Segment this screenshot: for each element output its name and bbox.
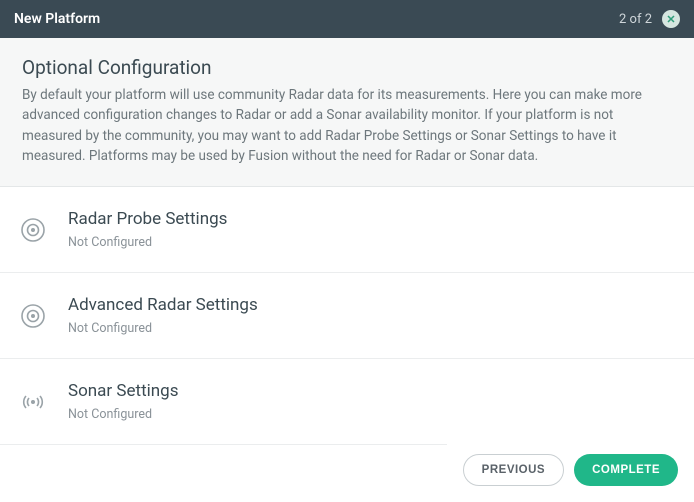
setting-advanced-radar[interactable]: Advanced Radar Settings Not Configured — [0, 273, 694, 359]
intro-heading: Optional Configuration — [22, 56, 672, 79]
radar-icon — [20, 217, 68, 243]
previous-button[interactable]: Previous — [463, 454, 564, 486]
complete-button[interactable]: Complete — [574, 454, 678, 486]
intro-section: Optional Configuration By default your p… — [0, 38, 694, 187]
close-button[interactable]: ✕ — [662, 10, 680, 28]
dialog-title: New Platform — [14, 11, 100, 27]
dialog-footer: Previous Complete — [447, 442, 694, 502]
settings-list: Radar Probe Settings Not Configured Adva… — [0, 187, 694, 445]
setting-title: Sonar Settings — [68, 381, 674, 401]
close-icon: ✕ — [666, 14, 675, 25]
setting-text: Radar Probe Settings Not Configured — [68, 209, 674, 250]
step-indicator: 2 of 2 — [619, 12, 652, 27]
dialog-header: New Platform 2 of 2 ✕ — [0, 0, 694, 38]
setting-status: Not Configured — [68, 321, 674, 336]
setting-text: Sonar Settings Not Configured — [68, 381, 674, 422]
sonar-icon — [20, 389, 68, 415]
setting-title: Advanced Radar Settings — [68, 295, 674, 315]
intro-body: By default your platform will use commun… — [22, 85, 672, 166]
setting-title: Radar Probe Settings — [68, 209, 674, 229]
setting-status: Not Configured — [68, 235, 674, 250]
setting-radar-probe[interactable]: Radar Probe Settings Not Configured — [0, 187, 694, 273]
header-right: 2 of 2 ✕ — [619, 10, 680, 28]
setting-status: Not Configured — [68, 407, 674, 422]
radar-icon — [20, 303, 68, 329]
setting-text: Advanced Radar Settings Not Configured — [68, 295, 674, 336]
setting-sonar[interactable]: Sonar Settings Not Configured — [0, 359, 694, 445]
